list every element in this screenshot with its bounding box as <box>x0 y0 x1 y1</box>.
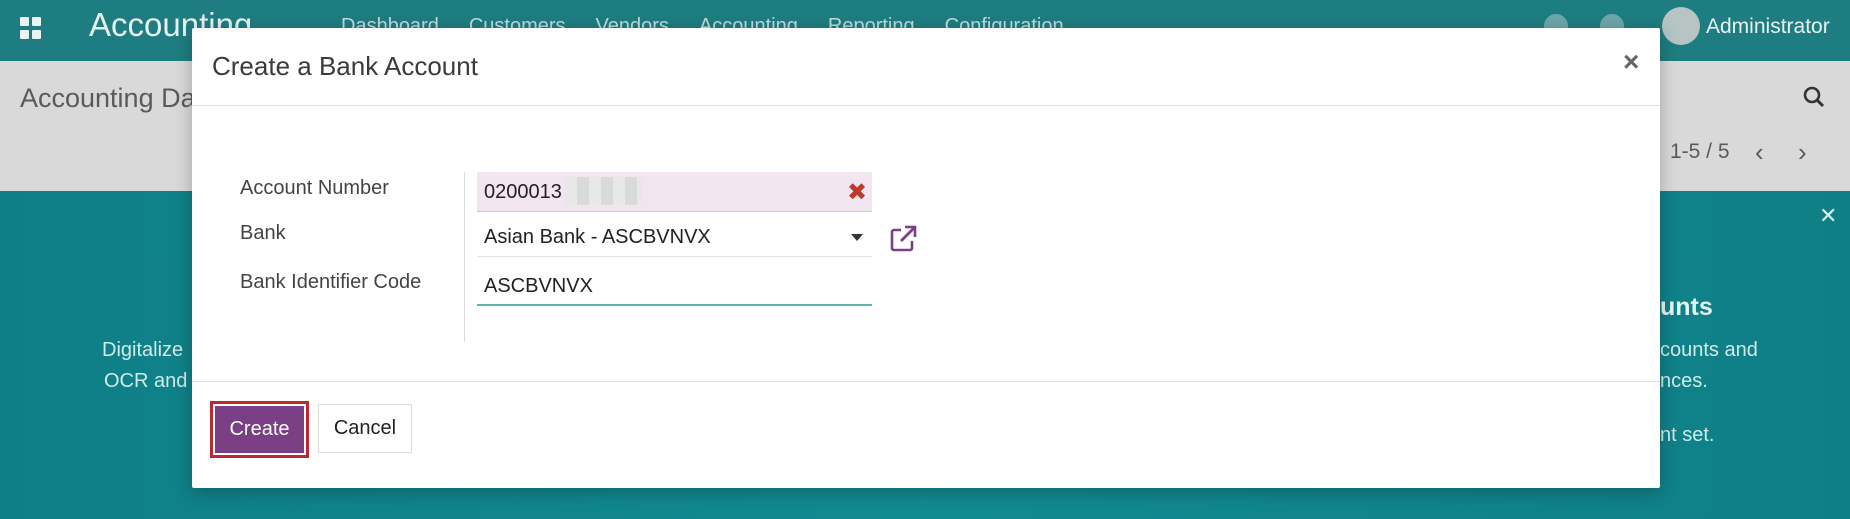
cancel-button[interactable]: Cancel <box>318 404 412 453</box>
user-menu[interactable]: Administrator <box>1706 15 1830 39</box>
bank-value: Asian Bank - ASCBVNVX <box>484 226 711 248</box>
search-icon[interactable] <box>1803 86 1825 108</box>
modal-footer: Create Cancel <box>192 381 1660 488</box>
dashboard-text: Digitalize <box>102 339 184 361</box>
account-number-value: 0200013 <box>484 181 562 203</box>
modal-header: Create a Bank Account × <box>192 28 1660 106</box>
dashboard-text: nt set. <box>1660 424 1715 446</box>
external-link-icon[interactable] <box>888 224 918 254</box>
account-number-field[interactable]: 0200013 ✖ <box>477 172 872 212</box>
bic-value: ASCBVNVX <box>484 275 593 297</box>
create-button[interactable]: Create <box>210 401 309 458</box>
chevron-left-icon[interactable]: ‹ <box>1755 139 1775 165</box>
user-avatar[interactable] <box>1662 7 1700 45</box>
form-divider <box>464 172 465 342</box>
pager-value[interactable]: 1-5 / 5 <box>1670 140 1730 164</box>
account-number-label: Account Number <box>240 177 389 199</box>
dashboard-text: OCR and <box>104 370 188 392</box>
bank-identifier-code-field[interactable]: ASCBVNVX <box>477 266 872 306</box>
chevron-right-icon[interactable]: › <box>1798 139 1818 165</box>
redacted-digits <box>565 177 642 205</box>
clear-icon[interactable]: ✖ <box>847 178 867 207</box>
bank-select[interactable]: Asian Bank - ASCBVNVX <box>477 217 872 257</box>
close-icon[interactable]: × <box>1623 48 1639 76</box>
bank-label: Bank <box>240 222 286 244</box>
chevron-down-icon[interactable] <box>851 234 863 241</box>
create-bank-account-dialog: Create a Bank Account × Account Number B… <box>192 28 1660 488</box>
bank-identifier-code-label: Bank Identifier Code <box>240 271 422 293</box>
modal-title: Create a Bank Account <box>212 51 478 81</box>
apps-grid-icon[interactable] <box>20 17 42 39</box>
dashboard-heading: unts <box>1660 293 1713 321</box>
dashboard-text: nces. <box>1660 370 1708 392</box>
dashboard-text: counts and <box>1660 339 1758 361</box>
close-icon[interactable]: ✕ <box>1819 203 1837 229</box>
